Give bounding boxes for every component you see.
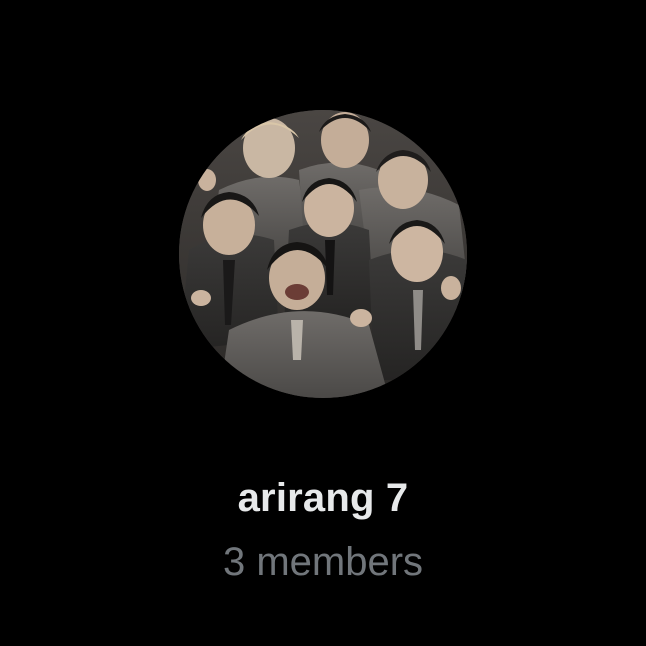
member-count[interactable]: 3 members bbox=[0, 536, 646, 588]
group-photo bbox=[179, 110, 467, 398]
group-avatar[interactable] bbox=[179, 110, 467, 398]
group-info-screen: arirang 7 3 members bbox=[0, 0, 646, 646]
group-name: arirang 7 bbox=[237, 476, 409, 520]
